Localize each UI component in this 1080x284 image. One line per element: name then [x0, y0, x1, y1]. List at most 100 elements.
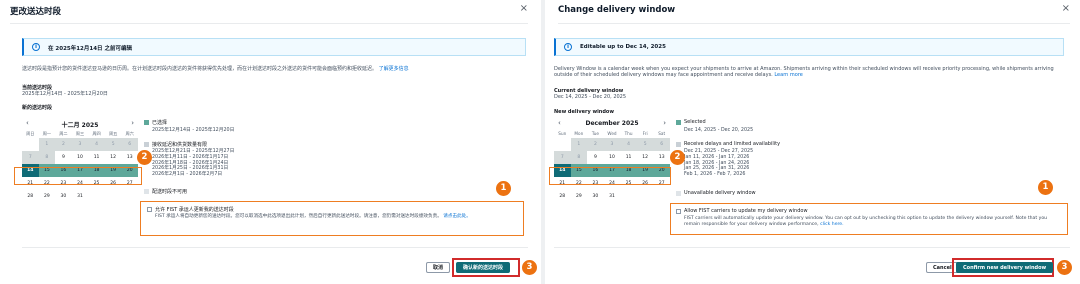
calendar-day[interactable]: 28 — [554, 190, 571, 203]
weekday-label: Fri — [642, 131, 648, 136]
calendar-header: ‹ 十二月 2025 › — [22, 118, 138, 130]
step-badge-3: 3 — [1057, 260, 1072, 275]
calendar: ‹ 十二月 2025 › 周日 周一 周二 周三 周四 周五 周六 1 2 3 4 5 6 7 8 9 10 1… — [22, 118, 138, 203]
confirm-button[interactable]: Confirm new delivery window — [956, 262, 1054, 273]
calendar-day: 6 — [653, 138, 670, 151]
new-window-label: New delivery window — [554, 109, 614, 115]
calendar-day[interactable]: 28 — [22, 190, 39, 203]
calendar-day[interactable]: 13 — [121, 151, 138, 164]
current-window-value: 2025年12月14日 - 2025年12月20日 — [22, 91, 108, 97]
calendar-day: 7 — [22, 151, 39, 164]
dialog-title: 更改送达时段 — [10, 7, 62, 17]
weekday-label: 周三 — [75, 131, 85, 136]
calendar-day: 8 — [570, 151, 588, 164]
weekday-label: 周四 — [92, 131, 101, 136]
info-alert: i 在 2025年12月14日 之前可编辑 — [22, 38, 526, 56]
legend-selected: Selected — [684, 119, 706, 125]
close-icon[interactable]: × — [1062, 3, 1070, 14]
legend-delays: Receive delays and limited availability — [684, 141, 781, 147]
delay-ranges: Dec 21, 2025 - Dec 27, 2025 Jan 11, 2026 … — [684, 149, 753, 178]
step-badge-1: 1 — [1038, 180, 1053, 195]
calendar-day: 5 — [104, 138, 122, 151]
learn-more-link[interactable]: 了解更多信息 — [379, 66, 409, 72]
footer-divider — [554, 247, 1070, 248]
next-month-icon[interactable]: › — [663, 119, 666, 127]
calendar-day[interactable]: 29 — [571, 190, 588, 203]
calendar-day[interactable]: 9 — [587, 151, 604, 164]
description: 送达时段是指预计您的货件送达亚马逊的日历周。在计划送达时段内送达的货件将获得优先… — [22, 66, 530, 72]
dialog-header: 更改送达时段 × — [10, 0, 528, 24]
calendar-empty — [620, 190, 637, 203]
calendar-day: 1 — [38, 138, 56, 151]
calendar-day[interactable]: 12 — [105, 151, 122, 164]
legend-selected-range: 2025年12月14日 - 2025年12月20日 — [152, 128, 235, 133]
unavailable-swatch — [144, 189, 149, 194]
selected-swatch — [676, 120, 681, 125]
calendar-day[interactable]: 10 — [72, 151, 89, 164]
calendar-day: 2 — [55, 138, 72, 151]
legend-unavailable: Unavailable delivery window — [684, 190, 756, 196]
delay-range: 2025年12月21日 - 2025年12月27日 — [152, 149, 235, 154]
calendar-month: December 2025 — [585, 120, 639, 127]
weekday-label: Tue — [591, 131, 599, 136]
calendar-day[interactable]: 29 — [39, 190, 56, 203]
dialog-en: Change delivery window × i Editable up t… — [548, 0, 1080, 284]
step-badge-2: 2 — [137, 150, 152, 165]
calendar-day: 7 — [554, 151, 571, 164]
learn-more-link[interactable]: Learn more — [774, 72, 803, 78]
calendar-day[interactable]: 11 — [620, 151, 637, 164]
calendar-day[interactable]: 11 — [88, 151, 105, 164]
calendar-day: 3 — [71, 138, 89, 151]
weekday-row: Sun Mon Tue Wed Thu Fri Sat — [554, 130, 670, 138]
confirm-button[interactable]: 确认新的送达时段 — [456, 262, 511, 273]
calendar-empty — [88, 190, 105, 203]
dialog-title: Change delivery window — [558, 5, 676, 15]
new-window-label: 新的送达时段 — [22, 105, 53, 111]
calendar-empty — [105, 190, 122, 203]
calendar-day[interactable]: 13 — [653, 151, 670, 164]
weekday-label: 周一 — [42, 131, 52, 136]
selected-swatch — [144, 120, 149, 125]
close-icon[interactable]: × — [520, 3, 528, 14]
calendar-day: 3 — [603, 138, 621, 151]
calendar-day[interactable]: 30 — [55, 190, 72, 203]
dialog-header: Change delivery window × — [558, 0, 1070, 24]
calendar-day[interactable]: 31 — [72, 190, 89, 203]
footer-divider — [22, 247, 528, 248]
calendar-day: 4 — [620, 138, 637, 151]
info-text: 在 2025年12月14日 之前可编辑 — [48, 45, 132, 52]
delays-swatch — [676, 142, 681, 147]
calendar-day: 8 — [38, 151, 56, 164]
week-highlight — [14, 167, 142, 185]
calendar-day[interactable]: 30 — [587, 190, 604, 203]
calendar: ‹ December 2025 › Sun Mon Tue Wed Thu Fri Sat … — [554, 118, 670, 203]
weekday-label: Thu — [624, 131, 633, 136]
checkbox-highlight — [670, 203, 1068, 235]
calendar-day[interactable]: 12 — [637, 151, 654, 164]
description-text: Delivery Window is a calendar week when … — [554, 66, 1054, 79]
weekday-label: Sat — [658, 131, 666, 136]
delay-range: Dec 21, 2025 - Dec 27, 2025 — [684, 149, 754, 154]
calendar-empty — [653, 190, 670, 203]
weekday-label: Sun — [558, 131, 567, 136]
legend-unavailable: 配送时段不可用 — [152, 189, 188, 195]
delay-range: 2026年1月11日 - 2026年1月17日 — [152, 154, 229, 160]
cancel-button[interactable]: 取消 — [426, 262, 451, 273]
legend-selected-range: Dec 14, 2025 - Dec 20, 2025 — [684, 128, 754, 133]
next-month-icon[interactable]: › — [131, 119, 134, 127]
info-icon: i — [32, 43, 40, 51]
step-badge-3: 3 — [522, 260, 537, 275]
legend-selected: 已选择 — [152, 120, 168, 126]
delay-range: Jan 11, 2026 - Jan 17, 2026 — [684, 154, 750, 160]
dialog-zh: 更改送达时段 × i 在 2025年12月14日 之前可编辑 送达时段是指预计您… — [0, 0, 538, 284]
delay-range: 2026年2月1日 - 2026年2月7日 — [152, 172, 223, 178]
calendar-day[interactable]: 31 — [604, 190, 621, 203]
calendar-day: 1 — [570, 138, 588, 151]
calendar-day[interactable]: 10 — [604, 151, 621, 164]
calendar-day: 6 — [121, 138, 138, 151]
calendar-empty — [22, 138, 39, 151]
delays-swatch — [144, 142, 149, 147]
description: Delivery Window is a calendar week when … — [554, 66, 1066, 79]
calendar-day[interactable]: 9 — [55, 151, 72, 164]
calendar-month: 十二月 2025 — [61, 122, 99, 129]
